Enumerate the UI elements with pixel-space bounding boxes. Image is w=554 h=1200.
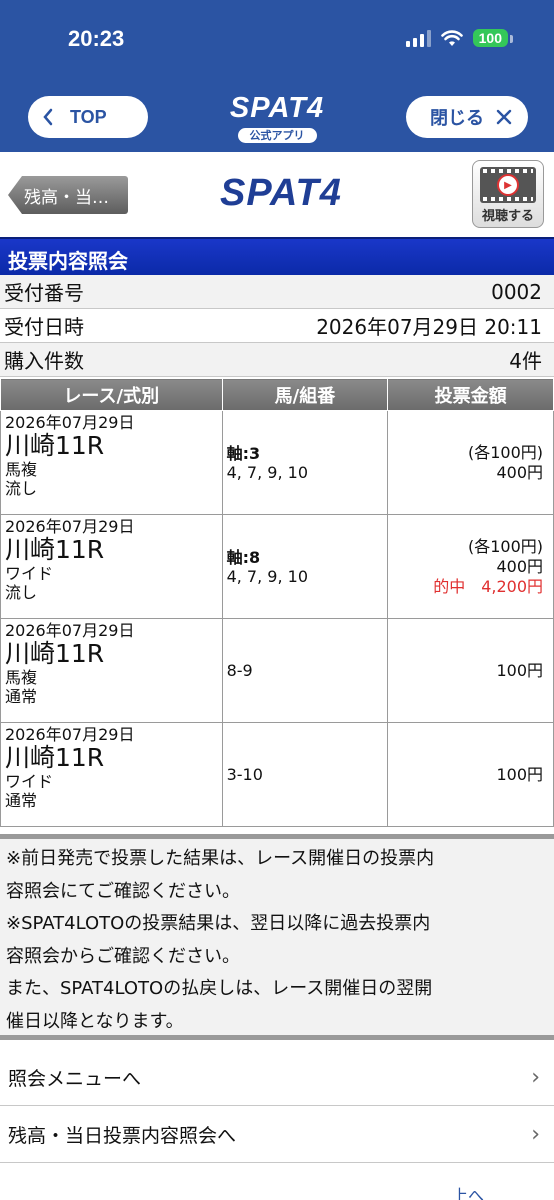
status-time: 20:23: [68, 26, 125, 51]
close-icon: [496, 109, 512, 125]
table-row: 2026年07月29日 川崎11R 馬複 流し 軸:3 4, 7, 9, 10 (各10…: [0, 410, 554, 515]
combination: 4, 7, 9, 10: [226, 462, 308, 482]
table-row: 2026年07月29日 川崎11R ワイド 通常 3-10 100円: [0, 722, 554, 827]
info-label: 購入件数: [4, 349, 84, 373]
info-row-count: 購入件数 4件: [0, 343, 554, 377]
race-date: 2026年07月29日: [5, 621, 135, 640]
race-name: 川崎11R: [5, 639, 105, 668]
scroll-top-link[interactable]: 上へ: [452, 1182, 484, 1200]
bet-method: 流し: [5, 583, 38, 602]
bet-amount: 100円: [496, 660, 543, 680]
notes-box: ※前日発売で投票した結果は、レース開催日の投票内 容照会にてご確認ください。 ※…: [0, 834, 554, 1040]
table-header: レース/式別 馬/組番 投票金額: [0, 378, 554, 411]
combination: 4, 7, 9, 10: [226, 566, 308, 586]
hit-payout: 的中 4,200円: [433, 576, 543, 596]
menu-item-label: 照会メニューへ: [8, 1068, 142, 1090]
note-line: ※前日発売で投票した結果は、レース開催日の投票内: [6, 848, 435, 869]
info-row-receipt-number: 受付番号 0002: [0, 275, 554, 309]
bet-method: 通常: [5, 687, 38, 706]
race-name: 川崎11R: [5, 535, 105, 564]
info-label: 受付番号: [4, 281, 84, 305]
column-header: レース/式別: [0, 378, 223, 411]
note-line: 催日以降となります。: [6, 1010, 184, 1032]
note-line: ※SPAT4LOTOの投票結果は、翌日以降に過去投票内: [6, 913, 431, 934]
bet-method: 流し: [5, 479, 38, 498]
axis-number: 軸:8: [226, 547, 261, 567]
bet-method: 通常: [5, 791, 38, 810]
each-amount: (各100円): [467, 442, 543, 462]
film-icon: ▶: [480, 167, 536, 203]
column-header: 馬/組番: [221, 378, 389, 411]
race-date: 2026年07月29日: [5, 413, 135, 432]
bet-table: レース/式別 馬/組番 投票金額 2026年07月29日 川崎11R 馬複 流し 軸:…: [0, 378, 554, 827]
signal-icon: [405, 29, 431, 47]
section-title: 投票内容照会: [0, 237, 554, 275]
bet-type: 馬複: [5, 460, 38, 479]
bet-amount: 100円: [496, 764, 543, 784]
watch-button-label: 視聴する: [481, 209, 534, 224]
bet-type: ワイド: [5, 772, 54, 791]
info-value: 0002: [491, 279, 542, 304]
axis-number: 軸:3: [226, 443, 261, 463]
combination: 3-10: [226, 765, 263, 784]
info-row-receipt-time: 受付日時 2026年07月29日 20:11: [0, 309, 554, 343]
bet-type: 馬複: [5, 668, 38, 687]
table-row: 2026年07月29日 川崎11R 馬複 通常 8-9 100円: [0, 618, 554, 723]
bet-amount: 400円: [496, 462, 543, 482]
app-header: 20:23 100 TOP SPAT4 公式アプリ 閉じる: [0, 0, 554, 152]
close-button[interactable]: 閉じる: [406, 96, 528, 138]
bet-amount: 400円: [496, 556, 543, 576]
note-line: 容照会からご確認ください。: [6, 945, 240, 967]
info-value: 4件: [509, 349, 542, 373]
race-date: 2026年07月29日: [5, 517, 135, 536]
combination: 8-9: [226, 661, 253, 680]
menu-item-label: 残高・当日投票内容照会へ: [8, 1125, 237, 1147]
play-icon: ▶: [497, 174, 519, 196]
menu-item-inquiry[interactable]: 照会メニューへ ›: [0, 1050, 554, 1106]
close-button-label: 閉じる: [430, 108, 484, 128]
race-name: 川崎11R: [5, 743, 105, 772]
watch-button[interactable]: ▶ 視聴する: [472, 160, 544, 228]
spat4-logo: SPAT4: [220, 172, 342, 214]
chevron-right-icon: ›: [531, 1065, 540, 1090]
race-name: 川崎11R: [5, 431, 105, 460]
info-value: 2026年07月29日 20:11: [316, 315, 542, 339]
each-amount: (各100円): [467, 536, 543, 556]
note-line: また、SPAT4LOTOの払戻しは、レース開催日の翌開: [6, 978, 433, 999]
note-line: 容照会にてご確認ください。: [6, 880, 240, 902]
race-date: 2026年07月29日: [5, 725, 135, 744]
wifi-icon: [440, 29, 463, 46]
table-row: 2026年07月29日 川崎11R ワイド 流し 軸:8 4, 7, 9, 10 (各1…: [0, 514, 554, 619]
top-button[interactable]: TOP: [28, 96, 148, 138]
bet-type: ワイド: [5, 564, 54, 583]
info-label: 受付日時: [4, 315, 84, 339]
page-header: 残高・当… SPAT4: [0, 152, 554, 236]
status-icons: 100: [405, 29, 514, 47]
chevron-left-icon: [43, 108, 53, 126]
app-logo: SPAT4 公式アプリ: [229, 92, 325, 143]
chevron-right-icon: ›: [531, 1122, 540, 1147]
top-button-label: TOP: [70, 106, 107, 127]
menu-item-balance[interactable]: 残高・当日投票内容照会へ ›: [0, 1107, 554, 1163]
column-header: 投票金額: [387, 378, 554, 411]
back-button[interactable]: 残高・当…: [8, 176, 128, 214]
battery-indicator: 100: [472, 29, 514, 47]
